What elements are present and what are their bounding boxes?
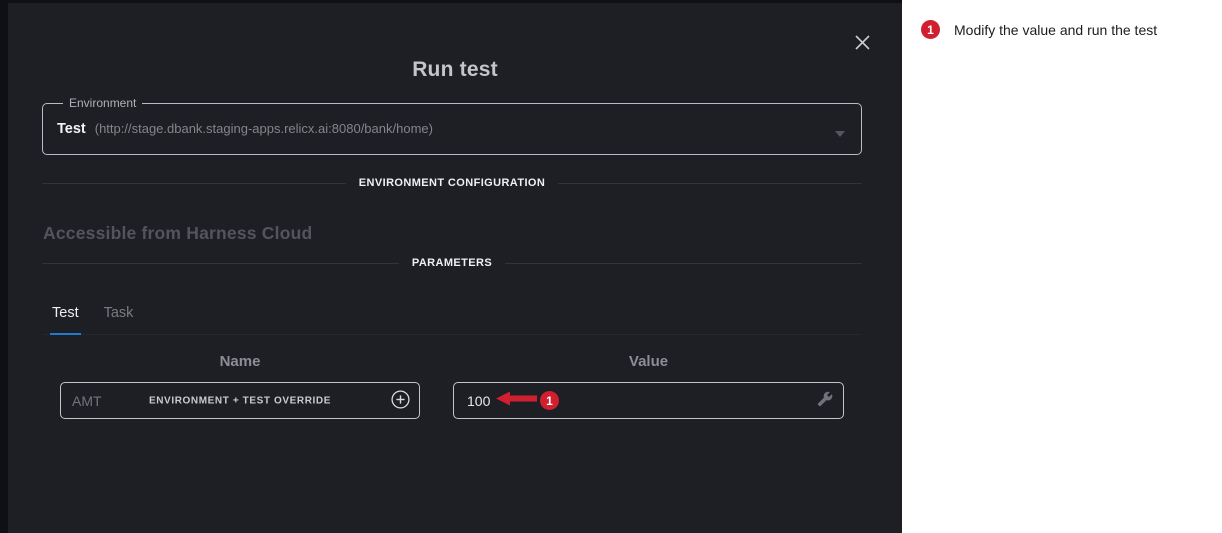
run-test-dialog: Run test Environment Test (http://stage.… <box>8 3 902 533</box>
environment-name: Test <box>57 121 86 137</box>
divider-line <box>42 183 346 184</box>
expression-builder-button[interactable] <box>816 392 834 410</box>
environment-url: (http://stage.dbank.staging-apps.relicx.… <box>95 121 433 136</box>
column-header-value: Value <box>453 353 844 370</box>
annotation-side-panel: 1 Modify the value and run the test <box>902 0 1222 533</box>
parameters-tabbar: Test Task <box>42 295 862 335</box>
environment-select-label: Environment <box>63 97 142 109</box>
dialog-title: Run test <box>8 58 902 82</box>
harness-cloud-access-note: Accessible from Harness Cloud <box>43 223 312 244</box>
environment-configuration-divider: ENVIRONMENT CONFIGURATION <box>42 176 862 190</box>
annotation-number-badge: 1 <box>921 20 940 39</box>
divider-line <box>558 183 862 184</box>
override-badge: ENVIRONMENT + TEST OVERRIDE <box>149 395 331 406</box>
parameter-name-field[interactable]: ENVIRONMENT + TEST OVERRIDE <box>60 382 420 419</box>
environment-selected-option: Test (http://stage.dbank.staging-apps.re… <box>57 121 433 137</box>
add-override-button[interactable] <box>390 391 410 411</box>
parameter-value-input[interactable] <box>454 383 494 418</box>
wrench-icon <box>817 391 833 410</box>
add-icon <box>391 390 410 412</box>
annotation-item: 1 Modify the value and run the test <box>921 20 1157 39</box>
screenshot-stage: Run test Environment Test (http://stage.… <box>0 0 1222 533</box>
divider-line <box>42 263 399 264</box>
parameters-heading: PARAMETERS <box>412 257 492 269</box>
close-icon <box>854 34 871 54</box>
column-header-name: Name <box>60 353 420 370</box>
annotation-arrow-icon <box>496 391 537 411</box>
environment-select[interactable]: Environment Test (http://stage.dbank.sta… <box>42 97 862 155</box>
tab-test[interactable]: Test <box>50 305 81 335</box>
chevron-down-icon <box>835 131 845 137</box>
annotation-step-badge: 1 <box>540 391 559 410</box>
close-button[interactable] <box>848 30 876 58</box>
parameters-divider: PARAMETERS <box>42 256 862 270</box>
parameter-value-field[interactable]: 1 <box>453 382 844 419</box>
annotation-text: Modify the value and run the test <box>954 22 1157 38</box>
divider-line <box>505 263 862 264</box>
tab-task[interactable]: Task <box>102 305 136 335</box>
environment-configuration-heading: ENVIRONMENT CONFIGURATION <box>359 177 545 189</box>
